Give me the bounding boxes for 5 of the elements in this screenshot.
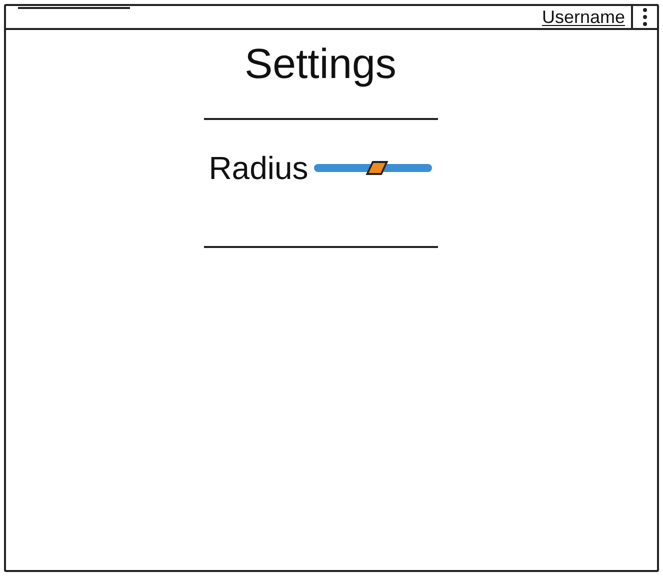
username-label[interactable]: Username xyxy=(536,4,631,30)
setting-label: Radius xyxy=(208,149,308,188)
slider-track[interactable] xyxy=(314,164,432,172)
page-title: Settings xyxy=(244,39,396,89)
slider-thumb[interactable] xyxy=(366,161,388,175)
